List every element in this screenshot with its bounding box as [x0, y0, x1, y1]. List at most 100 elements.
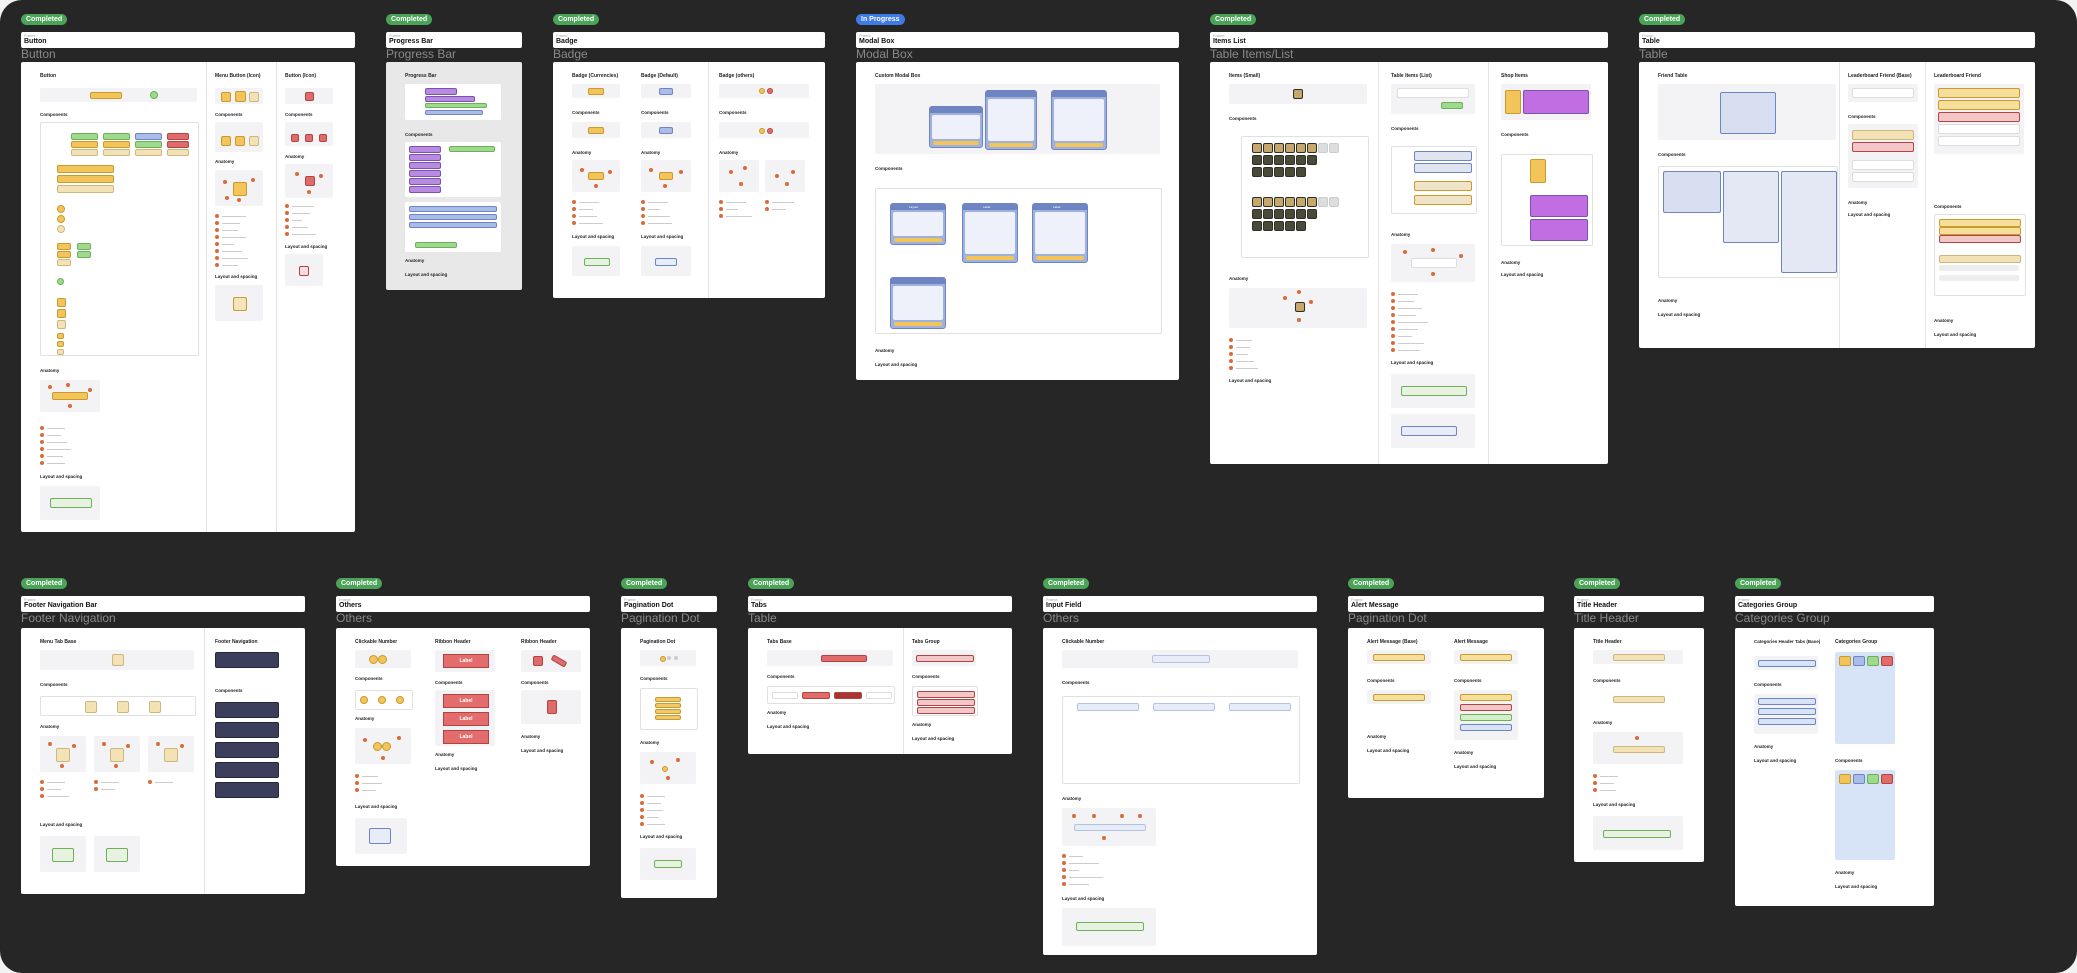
frame-title-bar[interactable]: Frame Categories Group — [1735, 596, 1934, 612]
status-badge: Completed — [1574, 578, 1621, 589]
frame-pagination-dot[interactable]: Completed Frame Pagination Dot Pagination… — [621, 578, 717, 898]
status-badge: Completed — [1043, 578, 1090, 589]
group-title: Items (Small) — [1229, 73, 1261, 79]
frame-tabs[interactable]: Completed Frame Tabs Table Tabs Base Comp… — [748, 578, 1012, 754]
frame-subtitle: Table — [1639, 47, 1668, 61]
group-title: Clickable Number — [1062, 639, 1105, 645]
modal-card: Label — [962, 203, 1018, 263]
group-column: Button (Icon) Components Anatomy Layout … — [276, 62, 355, 532]
status-badge: Completed — [621, 578, 668, 589]
group-column: Table Items (List) Components Anatomy La… — [1378, 62, 1489, 464]
frame-title-header[interactable]: Completed Frame Title Header Title Header… — [1574, 578, 1704, 862]
group-title: Button (Icon) — [285, 73, 317, 79]
design-canvas[interactable]: Completed Frame Button Button Button Comp… — [0, 0, 2077, 973]
frame-title-bar[interactable]: Frame Pagination Dot — [621, 596, 717, 612]
group-title: Table Items (List) — [1391, 73, 1432, 79]
group-title: Badge (Currencies) — [572, 73, 619, 79]
status-badge: Completed — [336, 578, 383, 589]
frame-title-bar[interactable]: Frame Modal Box — [856, 32, 1179, 48]
group-title: Friend Table — [1658, 73, 1688, 79]
frame-title-bar[interactable]: Frame Alert Message — [1348, 596, 1544, 612]
group-column: Leaderboard Friend (Base) Components Ana… — [1839, 62, 1926, 348]
frame-title-bar[interactable]: Frame Badge — [553, 32, 825, 48]
frame-input-field[interactable]: Completed Frame Input Field Others Clicka… — [1043, 578, 1317, 955]
frame-others[interactable]: Completed Frame Others Others Clickable N… — [336, 578, 590, 866]
frame-title: Items List — [1213, 38, 1246, 45]
frame-alert-message[interactable]: Completed Frame Alert Message Pagination … — [1348, 578, 1544, 798]
frame-title-bar[interactable]: Frame Progress Bar — [386, 32, 522, 48]
group-column: Tabs Group Components Anatomy Layout and… — [903, 628, 1012, 754]
group-title: Title Header — [1593, 639, 1622, 645]
frame-title-bar[interactable]: Frame Footer Navigation Bar — [21, 596, 305, 612]
group-column: Badge (Default) Components Anatomy Layou… — [633, 62, 703, 298]
group-title: Button — [40, 73, 57, 79]
frame-subtitle: Categories Group — [1735, 611, 1830, 625]
frame-table[interactable]: Completed Frame Table Table Friend Table … — [1639, 14, 2035, 348]
group-column: Shop Items Components Anatomy Layout and… — [1488, 62, 1608, 464]
frame-title-bar[interactable]: Frame Input Field — [1043, 596, 1317, 612]
frame-badge[interactable]: Completed Frame Badge Badge Badge (Curren… — [553, 14, 825, 298]
frame-title-bar[interactable]: Frame Others — [336, 596, 590, 612]
frame-categories-group[interactable]: Completed Frame Categories Group Categori… — [1735, 578, 1934, 906]
frame-subtitle: Others — [336, 611, 373, 625]
anatomy-diagram — [40, 380, 100, 412]
group-column: Menu Button (Icon) Components Anatomy La… — [206, 62, 277, 532]
frame-title: Alert Message — [1351, 602, 1399, 609]
status-badge: Completed — [1348, 578, 1395, 589]
frame-title: Badge — [556, 38, 578, 45]
frame-board: Categories Header Tabs (Base) Components… — [1735, 628, 1934, 906]
frame-board: Menu Tab Base Components Anatomy Layout … — [21, 628, 305, 894]
ribbon-header: Label — [443, 730, 489, 744]
group-column: Leaderboard Friend Components Anatomy La… — [1925, 62, 2035, 348]
group-title: Menu Tab Base — [40, 639, 77, 645]
group-title: Alert Message — [1454, 639, 1488, 645]
frame-title: Modal Box — [859, 38, 895, 45]
status-badge: Completed — [386, 14, 433, 25]
frame-board: Progress Bar Components Anatomy Layout a… — [386, 62, 522, 290]
frame-board: Friend Table Components Anatomy Layout a… — [1639, 62, 2035, 348]
group-title: Alert Message (Base) — [1367, 639, 1418, 645]
frame-title-bar[interactable]: Frame Button — [21, 32, 355, 48]
frame-title: Others — [339, 602, 362, 609]
group-title: Progress Bar — [405, 73, 437, 79]
frame-footer-navigation-bar[interactable]: Completed Frame Footer Navigation Bar Foo… — [21, 578, 305, 894]
group-title: Menu Button (Icon) — [215, 73, 261, 79]
frame-title: Button — [24, 38, 47, 45]
frame-title-bar[interactable]: Frame Tabs — [748, 596, 1012, 612]
group-column: Categories Group Components Anatomy Layo… — [1835, 628, 1934, 906]
button-variants-grid — [40, 122, 199, 356]
frame-button[interactable]: Completed Frame Button Button Button Comp… — [21, 14, 355, 532]
group-title: Custom Modal Box — [875, 73, 921, 79]
modal-card — [929, 106, 983, 148]
frame-items-list[interactable]: Completed Frame Items List Table Items/Li… — [1210, 14, 1608, 464]
status-badge: Completed — [1210, 14, 1257, 25]
group-column: Badge (Currencies) Components Anatomy La… — [553, 62, 623, 298]
frame-title-bar[interactable]: Frame Items List — [1210, 32, 1608, 48]
status-badge: In Progress — [856, 14, 905, 25]
ribbon-header: Label — [443, 694, 489, 708]
frame-modal-box[interactable]: In Progress Frame Modal Box Modal Box Cus… — [856, 14, 1179, 380]
status-badge: Completed — [21, 14, 68, 25]
group-column: Ribbon Header Label Components Label Labe… — [416, 628, 502, 866]
frame-board: Title Header Components Anatomy Layout a… — [1574, 628, 1704, 862]
modal-components-area: Layout Label Label — [875, 188, 1162, 334]
frame-title-bar[interactable]: Frame Table — [1639, 32, 2035, 48]
frame-board: Clickable Number Components Anatomy Layo… — [1043, 628, 1317, 955]
status-badge: Completed — [553, 14, 600, 25]
frame-progress-bar[interactable]: Completed Frame Progress Bar Progress Bar… — [386, 14, 522, 290]
frame-title-bar[interactable]: Frame Title Header — [1574, 596, 1704, 612]
group-column: Items (Small) Components Anatomy Layout … — [1210, 62, 1378, 464]
frame-board: Tabs Base Components Anatomy Layout and … — [748, 628, 1012, 754]
frame-title: Tabs — [751, 602, 767, 609]
group-column: Badge (others) Components Anatomy — [708, 62, 825, 298]
frame-subtitle: Table Items/List — [1210, 47, 1294, 61]
group-title: Pagination Dot — [640, 639, 676, 645]
frame-board: Button Components Anatomy Layout and spa… — [21, 62, 355, 532]
frame-subtitle: Pagination Dot — [621, 611, 700, 625]
group-title: Badge (Default) — [641, 73, 678, 79]
frame-board: Pagination Dot Components Anatomy Layout… — [621, 628, 717, 898]
group-title: Tabs Group — [912, 639, 940, 645]
frame-title: Pagination Dot — [624, 602, 674, 609]
frame-board: Custom Modal Box Components Layout Label… — [856, 62, 1179, 380]
group-title: Clickable Number — [355, 639, 398, 645]
